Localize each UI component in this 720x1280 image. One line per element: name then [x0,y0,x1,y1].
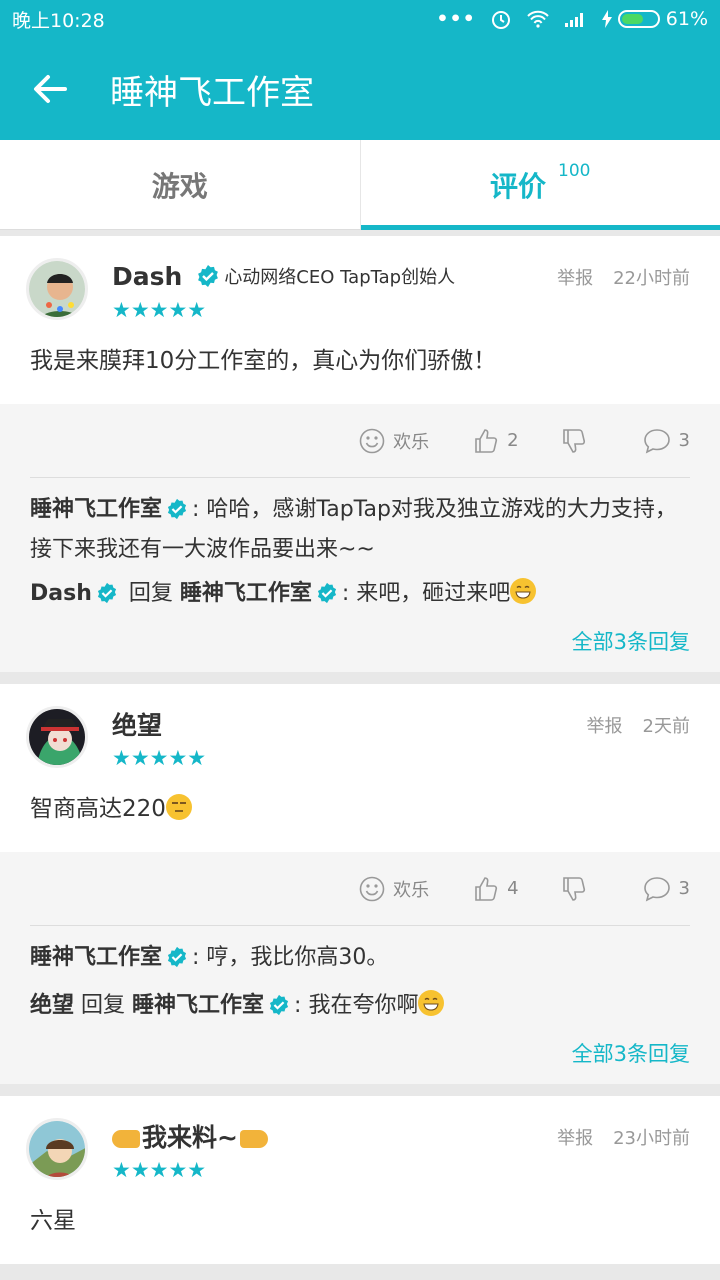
joy-button[interactable]: 欢乐 [359,876,429,902]
reply-item: Dash 回复 睡神飞工作室 : 来吧，砸过来吧 [30,576,690,616]
rating-stars: ★★★★★ [112,298,207,322]
review-author[interactable]: Dash [112,262,182,291]
rating-stars: ★★★★★ [112,746,207,770]
review-card: Dash 心动网络CEO TapTap创始人 举报 22小时前 ★★★★★ 我是… [0,236,720,672]
reply-item: 睡神飞工作室 : 哼，我比你高30。 [30,940,690,980]
review-text: 智商高达220 [0,770,720,852]
comment-button[interactable]: 3 [643,876,690,902]
thumb-up-icon [475,876,498,901]
verified-icon [166,496,188,532]
battery-percent: 61% [665,8,708,30]
reply-author[interactable]: 睡神飞工作室 [30,945,162,970]
review-actions: 欢乐 4 3 [30,852,690,926]
reply-author[interactable]: Dash [30,581,92,606]
review-time: 22小时前 [613,268,690,289]
tab-games[interactable]: 游戏 [0,140,360,229]
reply-item: 睡神飞工作室: 哈哈，感谢TapTap对我及独立游戏的大力支持，接下来我还有一大… [30,492,690,568]
tab-bar: 游戏 评价 100 [0,140,720,230]
review-card: 绝望 举报 2天前 ★★★★★ 智商高达220 欢乐 4 3 睡神飞工作室: … [0,684,720,1084]
pointing-right-emoji-icon [112,1130,140,1148]
tab-reviews[interactable]: 评价 100 [359,140,720,230]
charging-icon [601,10,612,28]
comment-button[interactable]: 3 [643,428,690,454]
app-bar: 睡神飞工作室 [0,38,720,140]
reply-word: 回复 [128,581,173,606]
like-button[interactable]: 4 [473,876,519,902]
battery-icon [617,10,660,28]
joy-button[interactable]: 欢乐 [359,428,429,454]
wifi-icon [527,10,549,28]
status-time: 晚上10:28 [12,9,105,32]
back-arrow-icon [34,75,67,103]
tab-reviews-label: 评价 [490,169,547,203]
reply-text: : 我在夸你啊 [294,993,419,1018]
author-tag: 心动网络CEO TapTap创始人 [224,267,456,288]
like-count: 2 [507,430,519,451]
report-link[interactable]: 举报 [557,264,593,290]
report-link[interactable]: 举报 [557,1124,593,1150]
review-time: 2天前 [642,716,690,737]
reply-author[interactable]: 睡神飞工作室 [30,497,162,522]
smile-icon [359,428,385,453]
avatar[interactable] [26,258,88,320]
comment-count: 3 [678,878,690,899]
review-card: 我来料~ 举报 23小时前 ★★★★★ 六星 [0,1096,720,1264]
review-feed: Dash 心动网络CEO TapTap创始人 举报 22小时前 ★★★★★ 我是… [0,236,720,1276]
reply-item: 绝望 回复 睡神飞工作室 : 我在夸你啊 [30,988,690,1028]
status-bar: 晚上10:28 ••• 61% [0,0,720,38]
review-author[interactable]: 我来料~ [112,1118,268,1154]
comment-icon [643,876,670,901]
like-count: 4 [507,878,519,899]
thumb-down-icon [562,876,585,901]
reply-text: : 哼，我比你高30。 [192,945,389,970]
review-author[interactable]: 绝望 [112,706,162,742]
all-replies-link[interactable]: 全部3条回复 [30,626,690,656]
reply-word: 回复 [81,993,126,1018]
review-text: 我是来膜拜10分工作室的，真心为你们骄傲！ [30,348,497,374]
thumb-down-icon [562,428,585,453]
dislike-button[interactable] [561,876,587,902]
verified-icon [96,580,118,616]
battery-indicator: 61% [601,8,708,30]
alarm-icon [491,11,510,29]
comment-count: 3 [678,430,690,451]
like-button[interactable]: 2 [473,428,519,454]
grin-emoji-icon [418,990,445,1016]
comment-icon [643,428,670,453]
verified-icon [166,944,188,980]
back-button[interactable] [0,38,100,140]
reply-target[interactable]: 睡神飞工作室 [180,581,312,606]
page-title: 睡神飞工作室 [110,72,314,113]
review-time: 23小时前 [613,1128,690,1149]
report-link[interactable]: 举报 [587,712,623,738]
smile-icon [359,876,385,901]
unamused-emoji-icon [165,794,192,820]
reply-target[interactable]: 睡神飞工作室 [132,993,264,1018]
tab-games-label: 游戏 [151,169,208,203]
all-replies-link[interactable]: 全部3条回复 [30,1038,690,1068]
tab-reviews-count: 100 [558,160,591,181]
reply-author[interactable]: 绝望 [30,993,74,1018]
grin-emoji-icon [510,578,537,604]
verified-icon [316,580,338,616]
signal-icon [564,13,583,27]
more-dots-icon: ••• [436,8,476,30]
pointing-left-emoji-icon [239,1130,268,1148]
avatar[interactable] [26,706,88,768]
verified-icon [268,992,290,1028]
dislike-button[interactable] [561,428,587,454]
verified-icon [196,264,220,288]
avatar[interactable] [26,1118,88,1180]
review-text: 六星 [30,1208,76,1234]
rating-stars: ★★★★★ [112,1158,207,1182]
review-actions: 欢乐 2 3 [30,404,690,478]
reply-text: : 来吧，砸过来吧 [341,581,511,606]
thumb-up-icon [475,428,498,453]
